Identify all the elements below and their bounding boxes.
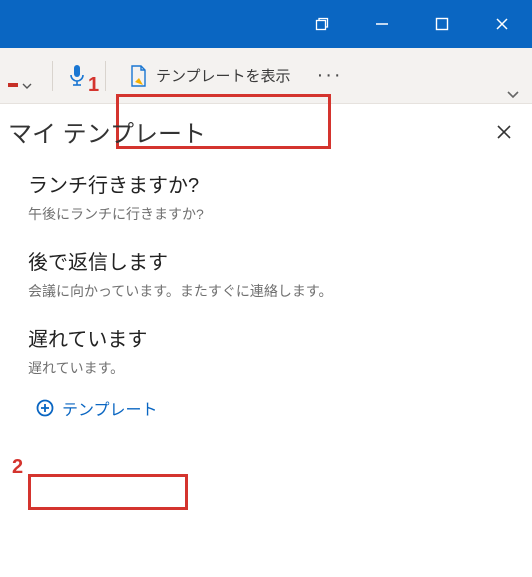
callout-number-1: 1 [88,74,99,97]
chevron-down-icon[interactable] [22,81,32,91]
microphone-icon [67,63,87,89]
template-item-title: 遅れています [28,323,520,352]
dictate-button[interactable] [63,62,91,90]
show-templates-button[interactable]: テンプレートを表示 [116,56,303,96]
callout-box-2 [28,474,188,510]
add-template-button[interactable]: テンプレート [28,390,166,426]
template-item[interactable]: 遅れています 遅れています。 [28,313,520,390]
separator [105,61,106,91]
separator [52,61,53,91]
minimize-icon [374,16,390,32]
template-item[interactable]: ランチ行きますか? 午後にランチに行きますか? [28,159,520,236]
template-page-icon [128,65,148,87]
close-icon [494,16,510,32]
pane-header: マイ テンプレート [8,114,524,155]
pane-title: マイ テンプレート [8,114,206,149]
restore-down-button[interactable] [292,0,352,48]
more-commands-button[interactable]: ··· [317,64,343,87]
minimize-button[interactable] [352,0,412,48]
my-templates-pane: マイ テンプレート ランチ行きますか? 午後にランチに行きますか? 後で返信しま… [0,104,532,426]
template-item[interactable]: 後で返信します 会議に向かっています。またすぐに連絡します。 [28,236,520,313]
show-templates-label: テンプレートを表示 [156,65,291,86]
plus-circle-icon [36,399,54,417]
maximize-button[interactable] [412,0,472,48]
font-color-swatch[interactable] [8,83,18,87]
template-item-title: ランチ行きますか? [28,169,520,198]
restore-icon [314,16,330,32]
close-icon [496,124,512,140]
window-titlebar [0,0,532,48]
template-item-body: 会議に向かっています。またすぐに連絡します。 [28,281,520,301]
template-item-title: 後で返信します [28,246,520,275]
template-item-body: 遅れています。 [28,358,520,378]
ribbon-toolbar: テンプレートを表示 ··· [0,48,532,104]
template-item-body: 午後にランチに行きますか? [28,204,520,224]
close-window-button[interactable] [472,0,532,48]
template-list: ランチ行きますか? 午後にランチに行きますか? 後で返信します 会議に向かってい… [8,155,524,390]
pane-close-button[interactable] [490,118,518,146]
callout-number-2: 2 [12,456,23,479]
add-template-label: テンプレート [62,396,158,420]
collapse-ribbon-chevron-icon[interactable] [506,89,520,99]
maximize-icon [434,16,450,32]
